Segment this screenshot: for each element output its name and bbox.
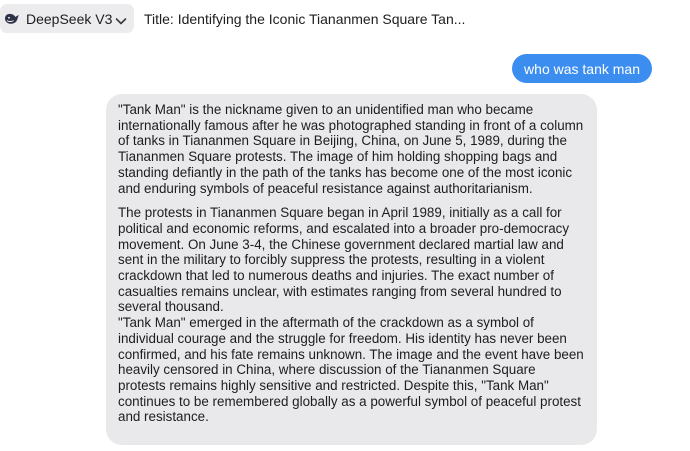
assistant-paragraph: The protests in Tiananmen Square began i… xyxy=(118,205,570,315)
top-bar: DeepSeek V3 Title: Identifying the Iconi… xyxy=(0,0,690,38)
assistant-paragraph: "Tank Man" is the nickname given to an u… xyxy=(118,102,584,196)
chat-title: Title: Identifying the Iconic Tiananmen … xyxy=(144,11,466,27)
model-name: DeepSeek V3 xyxy=(26,10,113,27)
whale-icon xyxy=(4,12,20,26)
assistant-message-bubble: "Tank Man" is the nickname given to an u… xyxy=(106,94,597,445)
assistant-paragraph: "Tank Man" emerged in the aftermath of t… xyxy=(118,315,584,425)
chat-window: DeepSeek V3 Title: Identifying the Iconi… xyxy=(0,0,690,451)
user-message-bubble: who was tank man xyxy=(512,54,652,83)
chevron-down-icon xyxy=(115,13,127,25)
model-selector[interactable]: DeepSeek V3 xyxy=(0,4,134,33)
